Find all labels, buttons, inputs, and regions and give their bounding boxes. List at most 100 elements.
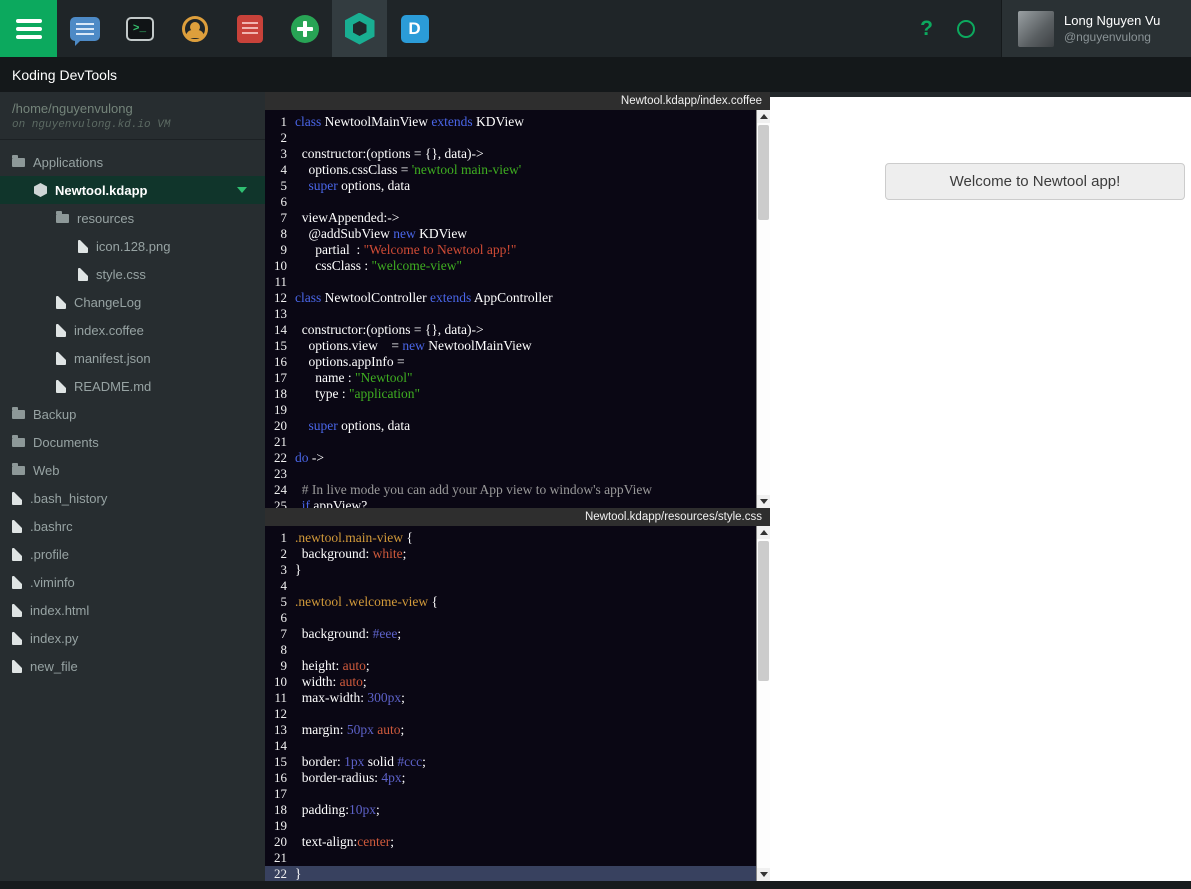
sidebar-item-label: index.coffee	[74, 322, 144, 338]
help-button[interactable]: ?	[920, 17, 933, 41]
code-line: 21	[265, 434, 756, 450]
dock-chat-button[interactable]	[57, 0, 112, 57]
code-line: 25 if appView?	[265, 498, 756, 508]
code-line: 19	[265, 402, 756, 418]
code-editor-css[interactable]: 1 .newtool.main-view {2 background: white…	[265, 526, 756, 881]
code-line: 4 options.cssClass = 'newtool main-view'	[265, 162, 756, 178]
sidebar-item-readme.md[interactable]: README.md	[0, 372, 265, 400]
code-line: 23	[265, 466, 756, 482]
dock-terminal-button[interactable]: >_	[112, 0, 167, 57]
hamburger-menu-button[interactable]	[0, 0, 57, 57]
file-icon	[56, 295, 66, 309]
code-line: 21	[265, 850, 756, 866]
sidebar-item-.profile[interactable]: .profile	[0, 540, 265, 568]
editor-tab-coffee[interactable]: Newtool.kdapp/index.coffee	[265, 92, 770, 110]
code-line: 12 class NewtoolController extends AppCon…	[265, 290, 756, 306]
sidebar-item-.bashrc[interactable]: .bashrc	[0, 512, 265, 540]
sidebar-item-changelog[interactable]: ChangeLog	[0, 288, 265, 316]
sidebar-item-icon.128.png[interactable]: icon.128.png	[0, 232, 265, 260]
scroll-up-button[interactable]	[757, 110, 770, 123]
triangle-up-icon	[759, 114, 768, 119]
line-number: 13	[274, 722, 287, 737]
code-line: 22 do ->	[265, 450, 756, 466]
user-account[interactable]: Long Nguyen Vu @nguyenvulong	[1001, 0, 1191, 57]
sidebar-item-documents[interactable]: Documents	[0, 428, 265, 456]
line-number: 1	[280, 114, 288, 129]
code-line: 3 constructor:(options = {}, data)->	[265, 146, 756, 162]
line-number: 12	[274, 706, 287, 721]
sidebar-item-label: Applications	[33, 154, 104, 170]
status-circle-icon[interactable]	[957, 19, 975, 38]
scrollbar-coffee[interactable]	[756, 110, 770, 508]
editor-tab-css[interactable]: Newtool.kdapp/resources/style.css	[265, 508, 770, 526]
sidebar-item-index.py[interactable]: index.py	[0, 624, 265, 652]
dock-apps-plus-button[interactable]	[277, 0, 332, 57]
sidebar-item-web[interactable]: Web	[0, 456, 265, 484]
chevron-down-icon[interactable]	[237, 187, 247, 193]
dock-teamwork-button[interactable]	[167, 0, 222, 57]
preview-pane: Welcome to Newtool app!	[770, 92, 1191, 881]
code-line: 10 width: auto;	[265, 674, 756, 690]
sidebar-item-label: manifest.json	[74, 350, 151, 366]
code-line: 1 .newtool.main-view {	[265, 530, 756, 546]
dock-devtools-button[interactable]	[332, 0, 387, 57]
scroll-up-button[interactable]	[757, 526, 770, 539]
line-number: 17	[274, 786, 287, 801]
sidebar-item-backup[interactable]: Backup	[0, 400, 265, 428]
scroll-thumb[interactable]	[758, 125, 769, 220]
sidebar-item-new-file[interactable]: new_file	[0, 652, 265, 680]
sidebar-item-label: .bash_history	[30, 490, 108, 506]
scrollbar-css[interactable]	[756, 526, 770, 881]
code-line: 20 super options, data	[265, 418, 756, 434]
line-number: 19	[274, 818, 287, 833]
page-title: Koding DevTools	[12, 66, 118, 83]
sidebar-item-label: new_file	[30, 658, 78, 674]
user-handle: @nguyenvulong	[1064, 30, 1151, 44]
file-tree: Applications Newtool.kdapp resources icon.1…	[0, 148, 265, 680]
scroll-down-button[interactable]	[757, 495, 770, 508]
line-number: 7	[280, 210, 288, 225]
scroll-down-button[interactable]	[757, 868, 770, 881]
code-line: 8 @addSubView new KDView	[265, 226, 756, 242]
code-line: 18 type : "application"	[265, 386, 756, 402]
file-icon	[12, 659, 22, 673]
editor-pane-css: Newtool.kdapp/resources/style.css 1 .newt…	[265, 508, 770, 881]
sidebar-item-index.html[interactable]: index.html	[0, 596, 265, 624]
sidebar-item-applications[interactable]: Applications	[0, 148, 265, 176]
sidebar-item-manifest.json[interactable]: manifest.json	[0, 344, 265, 372]
vm-info[interactable]: /home/nguyenvulong on nguyenvulong.kd.io…	[0, 92, 265, 140]
sidebar-item-label: index.html	[30, 602, 90, 618]
line-number: 22	[274, 866, 287, 881]
folder-icon	[12, 463, 25, 475]
line-number: 3	[280, 562, 288, 577]
code-line: 9 height: auto;	[265, 658, 756, 674]
code-line: 15 options.view = new NewtoolMainView	[265, 338, 756, 354]
line-number: 13	[274, 306, 287, 321]
dock-koding-d-button[interactable]: D	[387, 0, 442, 57]
scroll-track[interactable]	[757, 123, 770, 495]
scroll-thumb[interactable]	[758, 541, 769, 681]
sidebar-item-.bash-history[interactable]: .bash_history	[0, 484, 265, 512]
code-line: 22}	[265, 866, 756, 881]
sidebar-item-index.coffee[interactable]: index.coffee	[0, 316, 265, 344]
scroll-track[interactable]	[757, 539, 770, 868]
topbar-right: ? Long Nguyen Vu @nguyenvulong	[920, 0, 1191, 57]
line-number: 19	[274, 402, 287, 417]
sidebar-item-style.css[interactable]: style.css	[0, 260, 265, 288]
teamwork-icon	[181, 15, 208, 42]
line-number: 8	[280, 642, 288, 657]
sidebar-item-newtool.kdapp[interactable]: Newtool.kdapp	[0, 176, 265, 204]
line-number: 4	[280, 578, 288, 593]
dock-notes-button[interactable]	[222, 0, 277, 57]
code-line: 19	[265, 818, 756, 834]
file-icon	[12, 491, 22, 505]
sidebar-item-label: Backup	[33, 406, 77, 422]
line-number: 5	[280, 178, 288, 193]
code-line: 14	[265, 738, 756, 754]
code-line: 3}	[265, 562, 756, 578]
chat-icon	[69, 16, 100, 46]
line-number: 15	[274, 754, 287, 769]
code-editor-coffee[interactable]: 1 class NewtoolMainView extends KDView 2 3 …	[265, 110, 756, 508]
sidebar-item-.viminfo[interactable]: .viminfo	[0, 568, 265, 596]
sidebar-item-resources[interactable]: resources	[0, 204, 265, 232]
